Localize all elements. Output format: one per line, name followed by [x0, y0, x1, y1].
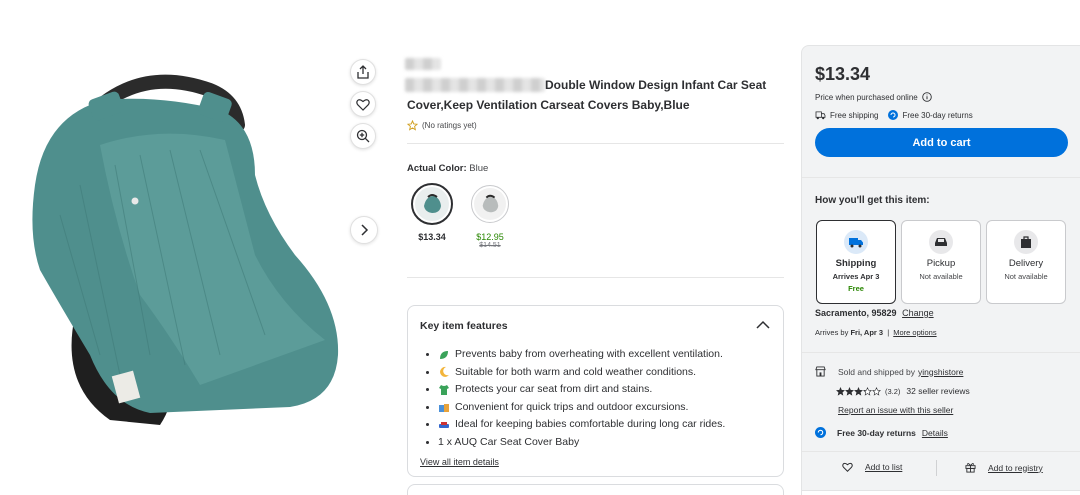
truck-icon: [815, 110, 826, 119]
fulfillment-heading: How you'll get this item:: [815, 195, 930, 206]
option-shipping[interactable]: Shipping Arrives Apr 3 Free: [816, 220, 896, 304]
option-pickup[interactable]: Pickup Not available: [901, 220, 981, 304]
car-icon: [439, 421, 449, 428]
star-icon: [863, 386, 872, 396]
returns-details-link[interactable]: Details: [922, 428, 948, 438]
share-icon: [357, 65, 369, 79]
variant-price: $13.34: [418, 232, 446, 242]
variant-was-price: $14.51: [479, 242, 501, 249]
seller-rating-row[interactable]: (3.2) 32 seller reviews: [836, 386, 970, 396]
divider: [407, 143, 784, 144]
divider: [802, 177, 1080, 178]
price-note: Price when purchased online: [815, 92, 932, 102]
store-icon: [815, 366, 826, 377]
returns-icon: [888, 110, 899, 120]
add-to-registry-button[interactable]: Add to registry: [965, 462, 1043, 473]
chevron-up-icon[interactable]: [756, 320, 770, 329]
next-panel: [802, 490, 1080, 495]
brand-redacted: [405, 58, 441, 70]
swatch-image: [415, 187, 449, 221]
star-icon: [845, 386, 854, 396]
swatch-image: [474, 188, 506, 220]
star-icon: [836, 386, 845, 396]
free-returns: Free 30-day returns: [902, 110, 973, 120]
seller-link[interactable]: yingshistore: [918, 367, 963, 377]
gift-icon: [965, 463, 976, 473]
divider: [407, 277, 784, 278]
star-icon: [407, 120, 418, 131]
free-shipping: Free shipping: [830, 110, 879, 120]
change-location-link[interactable]: Change: [902, 308, 934, 318]
color-label: Actual Color:: [407, 163, 467, 174]
returns-icon: [815, 427, 826, 438]
next-card: [407, 484, 784, 495]
car-icon: [929, 230, 953, 254]
ratings-text: (No ratings yet): [422, 121, 477, 130]
shipping-truck-icon: [844, 230, 868, 254]
list-item: Prevents baby from overheating with exce…: [426, 346, 725, 364]
divider: [802, 451, 1080, 452]
shipping-perks: Free shipping Free 30-day returns: [815, 110, 973, 120]
arrival-row: Arrives by Fri, Apr 3 | More options: [815, 328, 937, 337]
features-list: Prevents baby from overheating with exce…: [426, 346, 725, 451]
seller-stars: [836, 386, 881, 396]
variant-swatch-blue[interactable]: [411, 183, 453, 225]
buy-box-price: $13.34: [815, 64, 871, 84]
list-item: 1 x AUQ Car Seat Cover Baby: [426, 434, 725, 452]
more-options-link[interactable]: More options: [893, 328, 936, 337]
next-image-button[interactable]: [350, 216, 378, 244]
heart-icon: [842, 462, 853, 472]
color-selector-label: Actual Color: Blue: [407, 163, 488, 174]
heart-icon: [356, 98, 370, 111]
leaf-icon: [440, 350, 448, 359]
variant-swatch-gray[interactable]: [471, 185, 509, 223]
zoom-button[interactable]: [350, 123, 376, 149]
delivery-bag-icon: [1014, 230, 1038, 254]
list-item: Convenient for quick trips and outdoor e…: [426, 399, 725, 417]
ratings[interactable]: (No ratings yet): [407, 120, 477, 131]
product-image[interactable]: [20, 55, 380, 455]
product-title-line1: Double Window Design Infant Car Seat: [545, 78, 767, 92]
report-issue-link[interactable]: Report an issue with this seller: [838, 405, 953, 415]
divider: [936, 460, 937, 476]
shopping-bags-icon: [439, 404, 449, 413]
info-icon[interactable]: [921, 92, 932, 102]
product-title-line2: Cover,Keep Ventilation Carseat Covers Ba…: [407, 98, 690, 112]
title-redacted: [405, 78, 545, 92]
variant-sale-price: $12.95: [476, 232, 504, 242]
location: Sacramento, 95829: [815, 308, 897, 318]
key-features-card: Key item features Prevents baby from ove…: [407, 305, 784, 477]
star-icon: [854, 386, 863, 396]
view-all-details-link[interactable]: View all item details: [420, 457, 499, 467]
add-to-list-button[interactable]: Add to list: [842, 462, 902, 472]
seller-reviews: 32 seller reviews: [906, 386, 970, 396]
moon-icon: [440, 367, 449, 378]
list-item: Suitable for both warm and cold weather …: [426, 364, 725, 382]
seller-rating: (3.2): [885, 386, 901, 396]
option-delivery[interactable]: Delivery Not available: [986, 220, 1066, 304]
share-button[interactable]: [350, 59, 376, 85]
add-to-cart-button[interactable]: Add to cart: [815, 128, 1068, 157]
seller-row: Sold and shipped by yingshistore: [815, 366, 963, 377]
color-value: Blue: [469, 163, 489, 174]
favorite-button[interactable]: [350, 91, 376, 117]
list-item: Protects your car seat from dirt and sta…: [426, 381, 725, 399]
returns-row: Free 30-day returns Details: [815, 427, 948, 438]
zoom-in-icon: [356, 129, 370, 143]
star-icon: [872, 386, 881, 396]
list-item: Ideal for keeping babies comfortable dur…: [426, 416, 725, 434]
shirt-icon: [439, 384, 449, 395]
features-heading: Key item features: [420, 320, 508, 332]
location-row: Sacramento, 95829 Change: [815, 308, 934, 318]
chevron-right-icon: [361, 224, 369, 236]
divider: [802, 352, 1080, 353]
